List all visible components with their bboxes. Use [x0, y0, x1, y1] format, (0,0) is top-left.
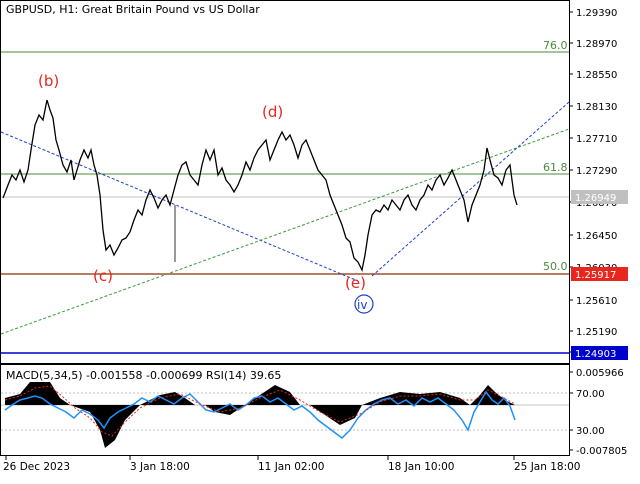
price-tick: 1.25610 — [576, 296, 617, 307]
chart-window[interactable]: 1.29390 1.28970 1.28550 1.28130 1.27710 … — [0, 0, 640, 480]
symbol-label: GBPUSD, H1: — [6, 3, 79, 16]
wave-label-iv: iv — [357, 298, 367, 312]
indicator-tick: 70.00 — [576, 389, 605, 400]
wave-label-b: (b) — [38, 72, 59, 90]
symbol-description: Great Britain Pound vs US Dollar — [81, 3, 260, 16]
fib-61-label: 61.8 — [543, 161, 568, 174]
indicator-tick: 0.005966 — [576, 368, 624, 379]
time-tick: 25 Jan 18:00 — [514, 461, 580, 473]
indicator-tick: -0.007805 — [576, 446, 627, 457]
main-chart-border — [0, 0, 570, 364]
macd-histogram — [5, 382, 515, 448]
indicator-axis: 0.005966 70.00 30.00 -0.007805 — [569, 368, 627, 457]
price-tick: 1.27710 — [576, 134, 617, 145]
red-level-value: 1.25917 — [575, 270, 616, 281]
time-axis: 26 Dec 2023 3 Jan 18:00 11 Jan 02:00 18 … — [3, 456, 580, 473]
time-tick: 18 Jan 10:00 — [388, 461, 454, 473]
time-tick: 26 Dec 2023 — [3, 461, 70, 473]
price-series — [2, 99, 518, 272]
chart-header: GBPUSD, H1: Great Britain Pound vs US Do… — [6, 3, 260, 16]
fib-50-label: 50.0 — [543, 260, 568, 273]
price-tick: 1.28970 — [576, 39, 617, 50]
indicator-title: MACD(5,34,5) -0.001558 -0.000699 RSI(14)… — [6, 369, 282, 382]
downtrend-line[interactable] — [0, 131, 359, 282]
price-tick: 1.25190 — [576, 327, 617, 338]
indicator-tick: 30.00 — [576, 426, 605, 437]
price-tick: 1.27290 — [576, 166, 617, 177]
time-tick: 11 Jan 02:00 — [258, 461, 324, 473]
channel-line[interactable] — [0, 128, 570, 335]
wave-label-c: (c) — [93, 267, 113, 285]
wave-label-d: (d) — [262, 103, 283, 121]
price-tick: 1.29390 — [576, 8, 617, 19]
price-tick: 1.26450 — [576, 231, 617, 242]
time-tick: 3 Jan 18:00 — [130, 461, 190, 473]
price-tick: 1.28550 — [576, 70, 617, 81]
current-price-value: 1.26949 — [575, 193, 616, 204]
blue-level-value: 1.24903 — [575, 349, 616, 360]
price-tick: 1.28130 — [576, 102, 617, 113]
chart-canvas[interactable]: 1.29390 1.28970 1.28550 1.28130 1.27710 … — [0, 0, 640, 480]
price-axis: 1.29390 1.28970 1.28550 1.28130 1.27710 … — [569, 8, 617, 353]
fib-76-label: 76.0 — [543, 39, 568, 52]
wave-label-e: (e) — [345, 274, 366, 292]
